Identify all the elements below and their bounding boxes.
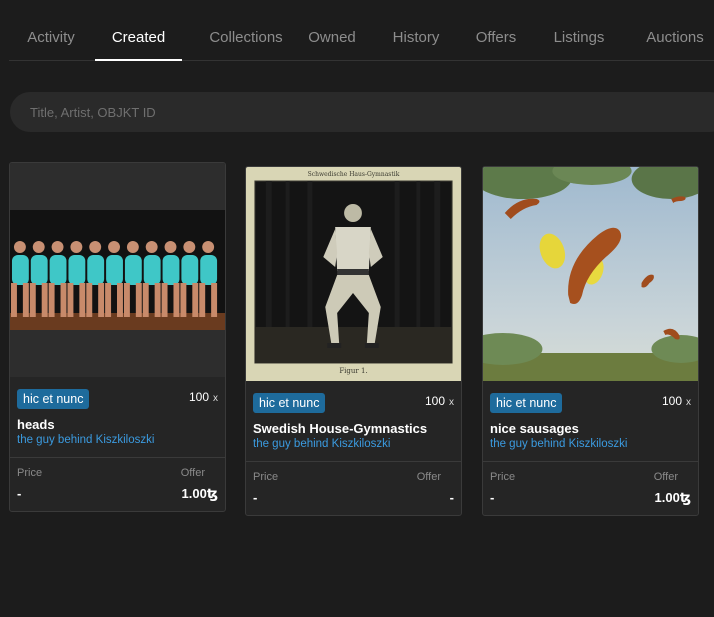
gymnastics-engraving-artwork (246, 167, 461, 381)
editions-suffix: x (213, 393, 218, 404)
platform-badge[interactable]: hic et nunc (17, 389, 90, 409)
token-thumbnail[interactable] (10, 163, 225, 377)
editions-count: 100 x (425, 393, 454, 411)
tab-offers[interactable]: Offers (467, 0, 525, 61)
card-divider (483, 461, 698, 462)
editions-number: 100 (424, 394, 445, 408)
editions-number: 100 (661, 394, 682, 408)
token-title[interactable]: heads (17, 417, 55, 432)
tab-auctions[interactable]: Auctions (630, 0, 714, 61)
offer-value: 1.00ꜩ (181, 486, 218, 501)
price-value: - (253, 490, 258, 505)
creator-link[interactable]: the guy behind Kiszkiloszki (253, 438, 390, 450)
offer-value: 1.00ꜩ (654, 490, 691, 505)
price-label: Price (253, 471, 279, 483)
price-value: - (490, 490, 495, 505)
tab-created[interactable]: Created (95, 0, 182, 61)
tab-collections[interactable]: Collections (191, 0, 301, 61)
token-card-nice-sausages[interactable]: hic et nunc 100 x nice sausages the guy b… (482, 166, 699, 516)
offer-label: Offer (416, 471, 441, 483)
tab-listings[interactable]: Listings (543, 0, 615, 61)
tab-activity[interactable]: Activity (9, 0, 93, 61)
editions-suffix: x (449, 397, 454, 408)
editions-number: 100 (188, 390, 209, 404)
token-title[interactable]: Swedish House-Gymnastics (253, 421, 427, 436)
engraving-caption-top: Schwedische Haus-Gymnastik (307, 171, 400, 178)
price-value: - (17, 486, 22, 501)
editions-suffix: x (686, 397, 691, 408)
gymnasts-row-artwork (10, 163, 225, 377)
platform-badge[interactable]: hic et nunc (253, 393, 326, 413)
token-thumbnail[interactable] (246, 167, 461, 381)
offer-label: Offer (180, 467, 205, 479)
creator-link[interactable]: the guy behind Kiszkiloszki (490, 438, 627, 450)
offer-value: - (449, 490, 454, 505)
token-title[interactable]: nice sausages (490, 421, 579, 436)
token-thumbnail[interactable] (483, 167, 698, 381)
token-card-heads[interactable]: hic et nunc 100 x heads the guy behind Ki… (9, 162, 226, 512)
price-label: Price (490, 471, 516, 483)
card-divider (10, 457, 225, 458)
editions-count: 100 x (189, 389, 218, 407)
tab-owned[interactable]: Owned (299, 0, 365, 61)
flying-sausages-artwork (483, 167, 698, 381)
creator-link[interactable]: the guy behind Kiszkiloszki (17, 434, 154, 446)
card-divider (246, 461, 461, 462)
search-input[interactable] (10, 92, 714, 132)
profile-tabs: Activity Created Collections Owned Histo… (9, 0, 714, 61)
tab-history[interactable]: History (382, 0, 450, 61)
editions-count: 100 x (662, 393, 691, 411)
token-card-swedish-house-gymnastics[interactable]: Schwedische Haus-Gymnastik Figur 1. hic … (245, 166, 462, 516)
price-label: Price (17, 467, 43, 479)
offer-label: Offer (653, 471, 678, 483)
platform-badge[interactable]: hic et nunc (490, 393, 563, 413)
engraving-caption-bottom: Figur 1. (339, 367, 368, 375)
